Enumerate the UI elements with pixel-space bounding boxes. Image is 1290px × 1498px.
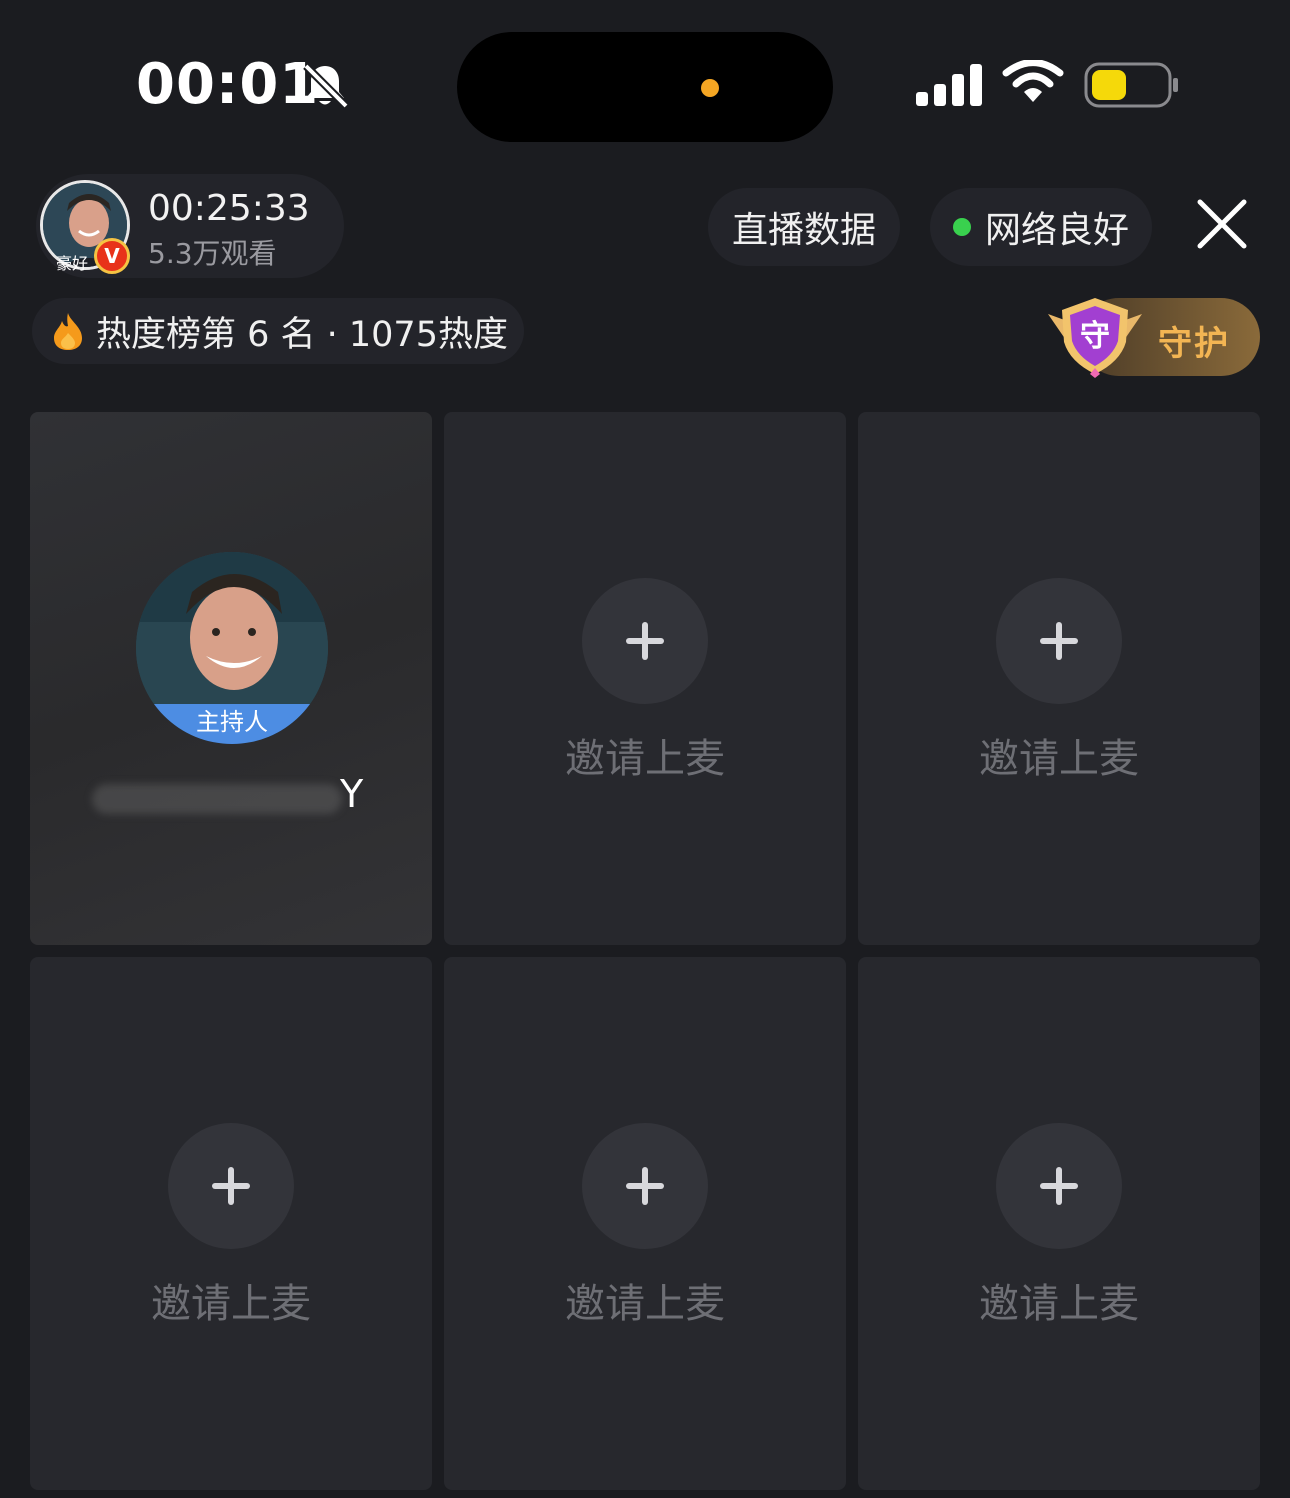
- battery-icon: [1084, 62, 1178, 108]
- network-status-dot: [952, 218, 971, 236]
- seat-host[interactable]: 主持人 Y: [30, 412, 432, 945]
- status-time: 00:01: [136, 52, 320, 117]
- invite-label: 邀请上麦: [979, 1281, 1139, 1327]
- seat-empty-4[interactable]: 邀请上麦: [30, 957, 432, 1490]
- host-role-badge: 主持人: [136, 704, 328, 744]
- guard-label: 守护: [1158, 324, 1230, 364]
- bell-muted-icon: [303, 63, 349, 109]
- plus-icon[interactable]: [582, 578, 708, 704]
- invite-label: 邀请上麦: [151, 1281, 311, 1327]
- wifi-icon: [1002, 60, 1064, 102]
- seat-host-avatar[interactable]: 主持人: [136, 552, 328, 744]
- viewer-count: 5.3万观看: [148, 237, 277, 270]
- plus-icon[interactable]: [996, 578, 1122, 704]
- live-room-screen: 00:01 豪好 V 00:25:33 5.3万观看 直播数据 网络良好 热度榜…: [0, 0, 1290, 1498]
- network-status-label: 网络良好: [984, 210, 1129, 251]
- verified-badge: V: [94, 238, 130, 274]
- seat-host-name-blurred: [92, 784, 342, 814]
- signal-icon: [916, 64, 982, 106]
- invite-label: 邀请上麦: [565, 736, 725, 782]
- seat-empty-2[interactable]: 邀请上麦: [444, 412, 846, 945]
- seat-host-name: Y: [340, 772, 364, 816]
- seat-empty-6[interactable]: 邀请上麦: [858, 957, 1260, 1490]
- heat-rank-pill[interactable]: 热度榜第 6 名 · 1075热度: [32, 298, 524, 364]
- heat-rank-text: 热度榜第 6 名 · 1075热度: [96, 314, 508, 355]
- dynamic-island: [457, 32, 833, 142]
- invite-label: 邀请上麦: [979, 736, 1139, 782]
- invite-label: 邀请上麦: [565, 1281, 725, 1327]
- guard-button[interactable]: 守 守护: [1040, 296, 1260, 378]
- live-data-button[interactable]: 直播数据: [708, 188, 900, 266]
- plus-icon[interactable]: [582, 1123, 708, 1249]
- plus-icon[interactable]: [168, 1123, 294, 1249]
- shield-icon: 守: [1048, 298, 1142, 378]
- host-avatar-tag: 豪好: [56, 254, 89, 273]
- flame-icon: [54, 313, 82, 350]
- close-icon[interactable]: [1192, 194, 1252, 254]
- live-duration: 00:25:33: [148, 188, 310, 229]
- plus-icon[interactable]: [996, 1123, 1122, 1249]
- seat-empty-5[interactable]: 邀请上麦: [444, 957, 846, 1490]
- privacy-indicator-dot: [701, 79, 719, 97]
- seat-empty-3[interactable]: 邀请上麦: [858, 412, 1260, 945]
- network-status[interactable]: 网络良好: [930, 188, 1152, 266]
- guard-shield-char: 守: [1080, 319, 1110, 354]
